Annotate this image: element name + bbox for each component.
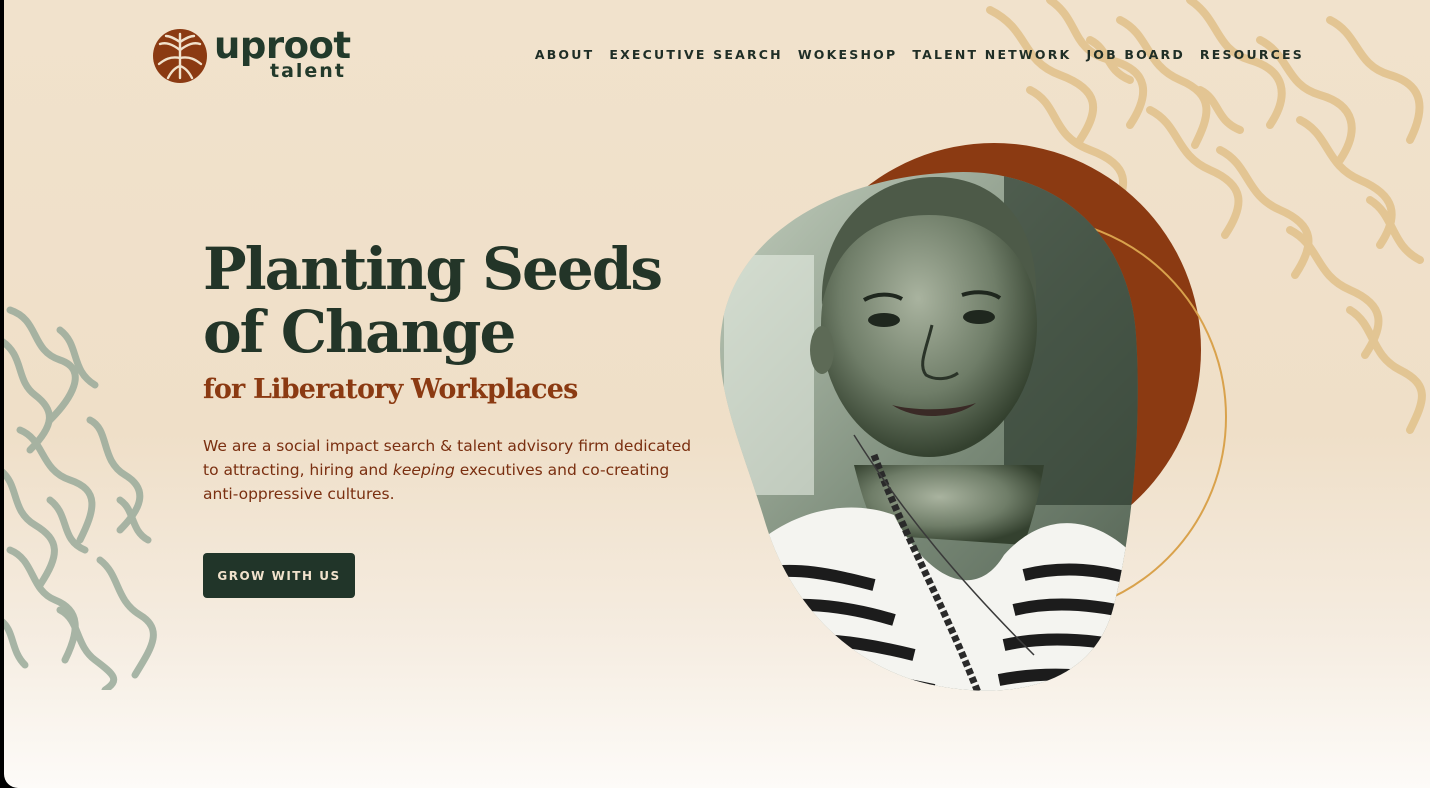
logo[interactable]: uproot talent	[152, 26, 362, 86]
logo-wordmark-talent: talent	[270, 60, 346, 82]
hero-title: Planting Seeds of Change	[203, 235, 663, 366]
nav-item-job-board[interactable]: JOB BOARD	[1086, 47, 1184, 62]
nav-item-resources[interactable]: RESOURCES	[1200, 47, 1304, 62]
hero-subtitle: for Liberatory Workplaces	[203, 374, 578, 405]
main-nav: ABOUT EXECUTIVE SEARCH WOKESHOP TALENT N…	[535, 47, 1304, 62]
tree-roots-circle-icon	[153, 29, 207, 83]
root-pattern-left	[4, 306, 157, 690]
nav-item-wokeshop[interactable]: WOKESHOP	[798, 47, 898, 62]
hero-title-line-2: of Change	[203, 298, 516, 366]
hero-description: We are a social impact search & talent a…	[203, 434, 703, 506]
grow-with-us-button[interactable]: GROW WITH US	[203, 553, 355, 598]
hero-description-emphasis: keeping	[392, 461, 455, 479]
nav-item-executive-search[interactable]: EXECUTIVE SEARCH	[609, 47, 782, 62]
nav-item-about[interactable]: ABOUT	[535, 47, 595, 62]
hero-portrait	[720, 143, 1227, 691]
nav-item-talent-network[interactable]: TALENT NETWORK	[912, 47, 1071, 62]
hero-title-line-1: Planting Seeds	[203, 235, 663, 303]
page: uproot talent ABOUT EXECUTIVE SEARCH WOK…	[4, 0, 1430, 788]
